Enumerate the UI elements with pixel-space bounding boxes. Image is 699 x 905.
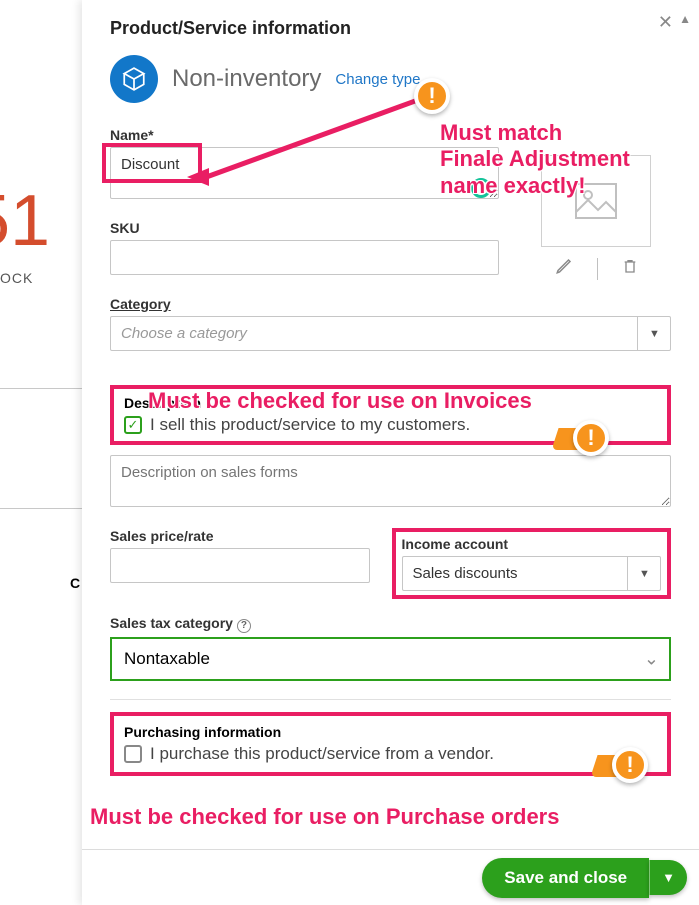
sales-tax-select[interactable]: Nontaxable ⌄: [110, 637, 671, 681]
sales-price-input[interactable]: [110, 548, 370, 583]
chevron-down-icon: ▼: [627, 556, 661, 591]
sales-tax-value: Nontaxable: [124, 649, 210, 668]
chevron-down-icon: ▼: [637, 316, 671, 351]
image-placeholder[interactable]: [541, 155, 651, 247]
divider: [597, 258, 598, 280]
sku-label: SKU: [110, 220, 499, 236]
save-dropdown-button[interactable]: ▼: [649, 860, 687, 895]
description-section-highlight: Description ✓ I sell this product/servic…: [110, 385, 671, 445]
bg-stock-text: OCK: [0, 270, 33, 286]
sell-checkbox[interactable]: ✓: [124, 416, 142, 434]
panel-title: Product/Service information: [110, 18, 671, 39]
bg-number: 51: [0, 180, 50, 262]
category-label: Category: [110, 296, 671, 312]
income-account-select[interactable]: Sales discounts ▼: [402, 556, 662, 591]
income-account-value: Sales discounts: [402, 556, 662, 591]
bg-divider: [0, 388, 82, 389]
item-type-row: Non-inventory Change type: [110, 55, 671, 103]
sales-tax-label: Sales tax category?: [110, 615, 671, 633]
trash-icon[interactable]: [622, 257, 638, 280]
change-type-link[interactable]: Change type: [335, 71, 420, 88]
panel-footer: Save and close ▼: [82, 849, 699, 905]
bg-divider-2: [0, 508, 82, 509]
name-label: Name: [110, 127, 499, 143]
sku-input[interactable]: [110, 240, 499, 275]
income-account-highlight: Income account Sales discounts ▼: [392, 528, 672, 599]
close-icon[interactable]: ✕: [658, 12, 673, 33]
category-select[interactable]: Choose a category ▼: [110, 316, 671, 351]
sales-price-label: Sales price/rate: [110, 528, 370, 544]
package-icon: [110, 55, 158, 103]
purchase-checkbox-label: I purchase this product/service from a v…: [150, 744, 494, 764]
purchase-checkbox[interactable]: ✓: [124, 745, 142, 763]
name-input[interactable]: Discount: [110, 147, 499, 199]
grammarly-icon[interactable]: [471, 178, 491, 198]
help-icon[interactable]: ?: [237, 619, 251, 633]
background-obscured: 51 OCK C: [0, 0, 82, 905]
pencil-icon[interactable]: [555, 257, 573, 280]
category-value: Choose a category: [110, 316, 671, 351]
divider: [110, 699, 671, 700]
sales-description-input[interactable]: [110, 455, 671, 507]
purchasing-section-highlight: Purchasing information ✓ I purchase this…: [110, 712, 671, 776]
item-type-label: Non-inventory: [172, 65, 321, 93]
save-and-close-button[interactable]: Save and close: [482, 858, 649, 898]
description-label: Description: [124, 395, 657, 411]
chevron-down-icon: ⌄: [644, 648, 659, 669]
purchasing-label: Purchasing information: [124, 724, 657, 740]
sell-checkbox-label: I sell this product/service to my custom…: [150, 415, 470, 435]
scroll-up-icon[interactable]: ▲: [679, 12, 691, 26]
product-service-panel: ✕ ▲ Product/Service information Non-inve…: [82, 0, 699, 905]
bg-c-text: C: [70, 575, 80, 591]
income-account-label: Income account: [402, 536, 662, 552]
